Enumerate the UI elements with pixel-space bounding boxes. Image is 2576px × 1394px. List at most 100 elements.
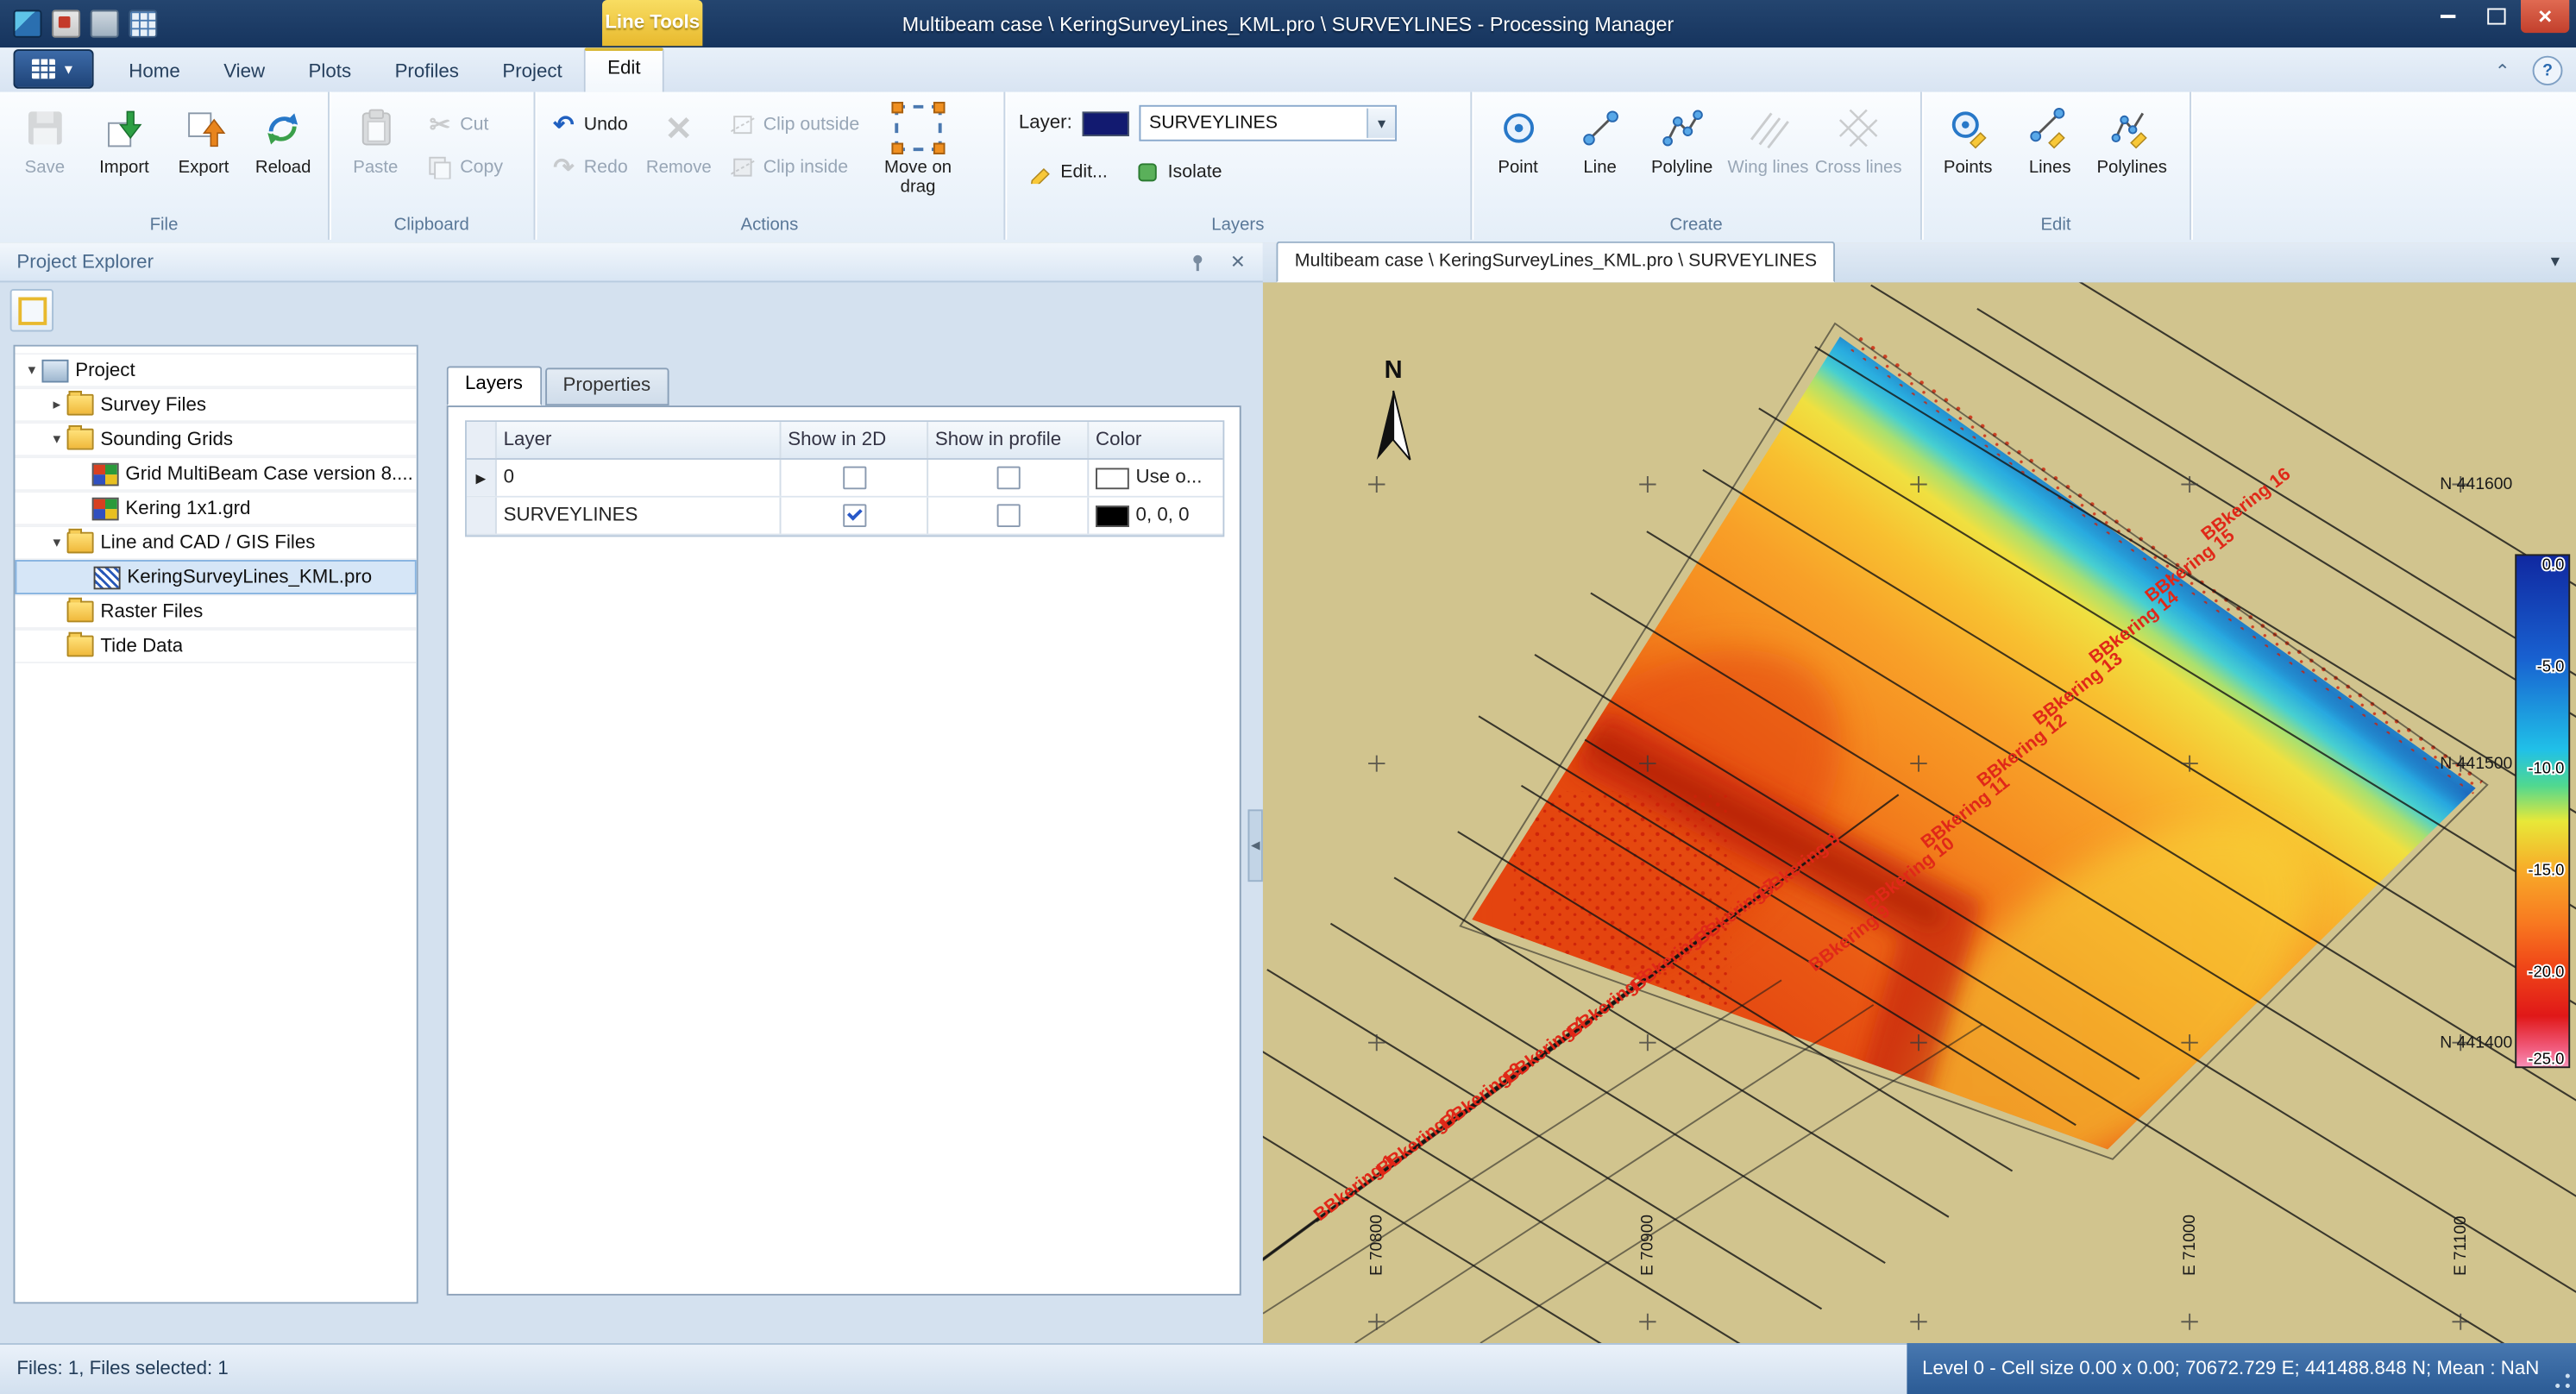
edit-lines-button[interactable]: Lines	[2011, 98, 2089, 215]
ribbon-group-file: Save Import Export	[0, 92, 330, 240]
tree-item[interactable]: ▾Line and CAD / GIS Files	[15, 525, 416, 560]
edit-polylines-button[interactable]: Polylines	[2093, 98, 2171, 215]
layer-row[interactable]: SURVEYLINES 0, 0, 0	[467, 498, 1222, 536]
close-icon[interactable]: ✕	[1222, 248, 1253, 274]
edit-layers-button[interactable]: Edit...	[1019, 156, 1116, 189]
edit-pencil-icon	[1027, 160, 1054, 185]
layer-dialog-button[interactable]	[10, 289, 53, 331]
collapse-arrow-icon[interactable]: ▾	[47, 430, 66, 449]
tree-item[interactable]: Tide Data	[15, 629, 416, 663]
quick-access-layout-icon[interactable]	[129, 9, 157, 37]
collapse-arrow-icon[interactable]: ▾	[47, 534, 66, 552]
layer-color-cell[interactable]: Use o...	[1089, 460, 1222, 496]
tree-item[interactable]: ▸ Survey Files	[15, 387, 416, 422]
layer-name-cell[interactable]: 0	[497, 460, 782, 496]
isolate-button[interactable]: Isolate	[1126, 156, 1230, 189]
layer-label: Layer:	[1019, 113, 1072, 133]
pin-icon[interactable]	[1183, 248, 1213, 274]
chevron-down-icon[interactable]: ▼	[1367, 109, 1395, 138]
layer-color-swatch	[1082, 110, 1128, 135]
app-logo-icon	[14, 9, 42, 37]
quick-access-zoom-icon[interactable]	[91, 9, 119, 37]
document-list-chevron-icon[interactable]: ▼	[2548, 253, 2562, 269]
tab-plots[interactable]: Plots	[286, 53, 373, 92]
tab-home[interactable]: Home	[107, 53, 202, 92]
import-icon	[103, 104, 146, 153]
show-in-2d-checkbox[interactable]	[842, 504, 865, 527]
clip-inside-button[interactable]: Clip inside	[721, 151, 868, 184]
edit-points-button[interactable]: Points	[1929, 98, 2007, 215]
tab-view[interactable]: View	[202, 53, 286, 92]
chevron-down-icon: ▼	[62, 61, 75, 76]
collapse-arrow-icon[interactable]: ▾	[22, 361, 41, 380]
paste-button[interactable]: Paste	[336, 98, 415, 215]
color-label: Use o...	[1136, 468, 1203, 487]
collapse-ribbon-icon[interactable]: ⌃	[2489, 58, 2516, 84]
map-panel: Multibeam case \ KeringSurveyLines_KML.p…	[1263, 243, 2576, 1343]
wing-lines-button[interactable]: Wing lines	[1725, 98, 1812, 215]
color-scale-bar: 0.0-5.0-10.0-15.0-20.0-25.0	[2516, 555, 2569, 1067]
map-document-tab[interactable]: Multibeam case \ KeringSurveyLines_KML.p…	[1276, 242, 1835, 283]
ribbon-tabs: HomeViewPlotsProfilesProjectEdit	[107, 47, 664, 91]
panel-header: Project Explorer ✕	[0, 243, 1263, 283]
maximize-button[interactable]	[2472, 0, 2521, 33]
copy-button[interactable]: Copy	[418, 151, 512, 184]
polyline-icon	[1660, 104, 1703, 153]
redo-button[interactable]: ↷ Redo	[542, 151, 636, 184]
layer-row[interactable]: ▶0Use o...	[467, 460, 1222, 498]
show-in-profile-checkbox[interactable]	[996, 504, 1020, 527]
tree-item-label: Survey Files	[100, 395, 206, 415]
cut-button[interactable]: ✂ Cut	[418, 109, 512, 141]
tab-properties[interactable]: Properties	[544, 367, 669, 405]
folder-icon	[67, 636, 94, 657]
tab-project[interactable]: Project	[481, 53, 584, 92]
resize-grip[interactable]	[2554, 1372, 2571, 1389]
edit-points-icon	[1946, 104, 1989, 153]
line-icon	[1578, 104, 1621, 153]
remove-button[interactable]: ✕ Remove	[639, 98, 718, 215]
tab-profiles[interactable]: Profiles	[373, 53, 481, 92]
undo-button[interactable]: ↶ Undo	[542, 109, 636, 141]
layer-name-cell[interactable]: SURVEYLINES	[497, 498, 782, 534]
colorbar-label: -5.0	[2537, 657, 2565, 675]
tree-item[interactable]: KeringSurveyLines_KML.pro	[15, 560, 416, 594]
lines-icon	[94, 566, 121, 589]
move-on-drag-button[interactable]: Move on drag	[871, 98, 965, 215]
panel-collapse-handle[interactable]: ◀	[1247, 809, 1262, 882]
tree-item[interactable]: Kering 1x1.grd	[15, 491, 416, 525]
close-button[interactable]: ✕	[2521, 0, 2569, 33]
export-button[interactable]: Export	[166, 98, 242, 215]
tree-item[interactable]: Raster Files	[15, 594, 416, 629]
create-point-button[interactable]: Point	[1479, 98, 1557, 215]
show-in-profile-checkbox[interactable]	[996, 467, 1020, 490]
contextual-tab-group: Line Tools	[602, 0, 702, 46]
show-in-2d-checkbox[interactable]	[842, 467, 865, 490]
tree-item[interactable]: ▾Project	[15, 353, 416, 387]
tab-edit[interactable]: Edit	[584, 47, 664, 91]
minimize-button[interactable]	[2424, 0, 2472, 33]
clip-outside-button[interactable]: Clip outside	[721, 109, 868, 141]
expand-arrow-icon[interactable]: ▸	[47, 396, 66, 414]
import-button[interactable]: Import	[86, 98, 162, 215]
reload-button[interactable]: Reload	[245, 98, 321, 215]
cross-lines-button[interactable]: Cross lines	[1815, 98, 1902, 215]
ribbon-group-edit: Points Lines Polylines Edit	[1922, 92, 2191, 240]
tree-item[interactable]: ▾ Sounding Grids	[15, 422, 416, 456]
layer-color-cell[interactable]: 0, 0, 0	[1089, 498, 1222, 534]
help-icon[interactable]: ?	[2533, 56, 2563, 85]
create-line-button[interactable]: Line	[1561, 98, 1639, 215]
group-label-clipboard: Clipboard	[330, 215, 534, 240]
colorbar-label: -25.0	[2528, 1050, 2564, 1068]
save-button[interactable]: Save	[7, 98, 83, 215]
quick-access-tool-icon[interactable]	[52, 9, 80, 37]
tab-layers[interactable]: Layers	[447, 366, 542, 405]
create-polyline-button[interactable]: Polyline	[1643, 98, 1721, 215]
tree-item[interactable]: Grid MultiBeam Case version 8....	[15, 456, 416, 491]
column-show-2d: Show in 2D	[781, 422, 928, 458]
copy-icon	[426, 154, 453, 180]
map-canvas[interactable]: BBkering 1BBkering 2BBkering 3BBkering 4…	[1263, 282, 2576, 1343]
status-bar: Files: 1, Files selected: 1 Level 0 - Ce…	[0, 1343, 2576, 1394]
app-menu-button[interactable]: ▼	[14, 49, 94, 89]
layer-select[interactable]: SURVEYLINES ▼	[1139, 105, 1397, 141]
tree-item-label: Sounding Grids	[100, 430, 233, 449]
